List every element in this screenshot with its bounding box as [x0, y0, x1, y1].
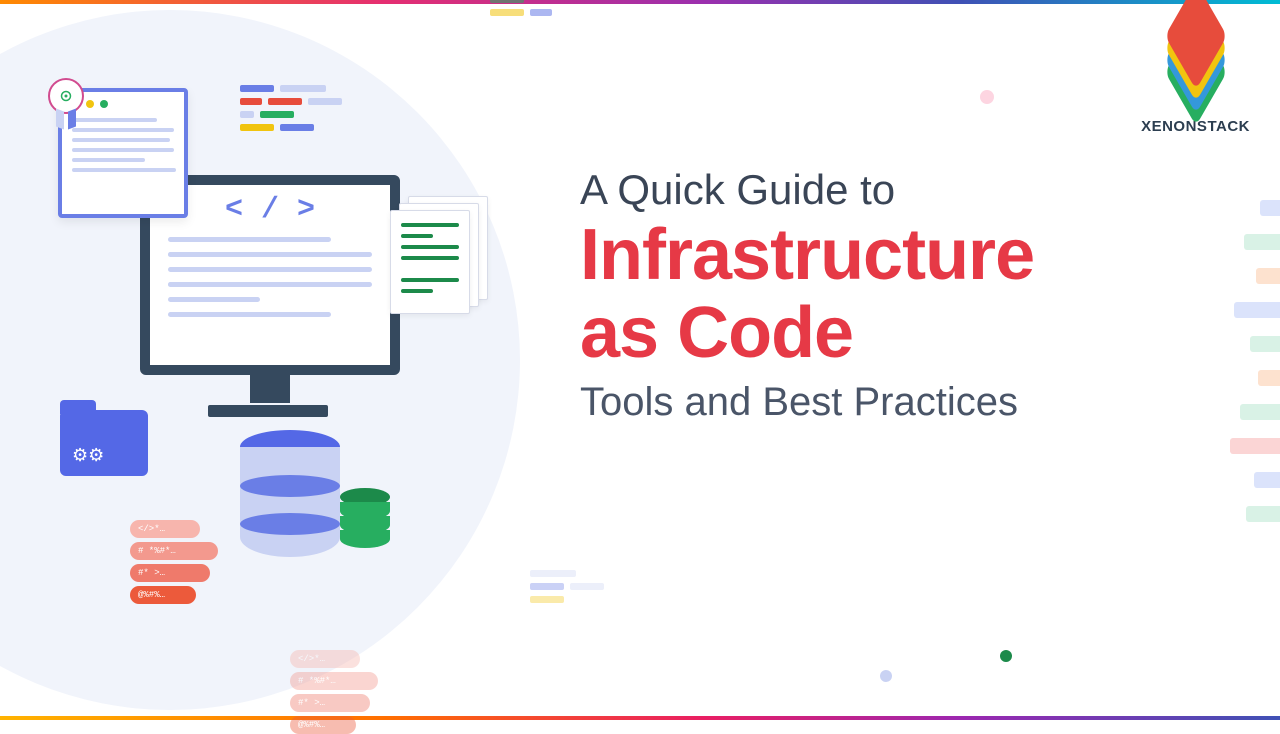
database-large-icon [240, 430, 340, 557]
headline-block: A Quick Guide to Infrastructure as Code … [580, 165, 1240, 425]
illustration-group: < / > ⚙⚙ </>*… # * [40, 80, 520, 640]
code-pill-group-1: </>*… # *%#*… #* >… @%#%… [130, 520, 218, 604]
accent-dot-icon [980, 90, 994, 104]
code-pill-group-2: </>*… # *%#*… #* >… @%#%… [290, 650, 378, 734]
code-pill: #* >… [290, 694, 370, 712]
code-snippet-decor-2 [490, 0, 576, 16]
gears-icon: ⚙⚙ [72, 445, 104, 466]
ribbon-badge-icon [48, 78, 84, 114]
brand-logo: XENONSTACK [1141, 20, 1250, 135]
top-gradient-bar [0, 0, 1280, 4]
code-pill: </>*… [290, 650, 360, 668]
side-accent-bars [1230, 200, 1280, 522]
code-pill: @%#%… [290, 716, 356, 734]
folder-icon: ⚙⚙ [60, 410, 148, 476]
code-snippet-decor-3 [530, 570, 604, 603]
code-pill: # *%#*… [130, 542, 218, 560]
accent-dot-icon [880, 670, 892, 682]
accent-dot-icon [1000, 650, 1012, 662]
logo-stack-icon [1156, 20, 1236, 90]
headline-subtitle: Tools and Best Practices [580, 380, 1240, 425]
code-pill: # *%#*… [290, 672, 378, 690]
bottom-gradient-bar [0, 716, 1280, 720]
headline-title-1: Infrastructure [580, 219, 1240, 292]
code-pill: @%#%… [130, 586, 196, 604]
code-pill: #* >… [130, 564, 210, 582]
headline-eyebrow: A Quick Guide to [580, 165, 1240, 215]
headline-title-2: as Code [580, 297, 1240, 370]
monitor-base [208, 405, 328, 417]
database-small-icon [340, 488, 390, 548]
code-lines-decor [150, 227, 390, 317]
code-pill: </>*… [130, 520, 200, 538]
certificate-icon [58, 88, 188, 218]
code-snippet-decor-1 [240, 85, 342, 131]
